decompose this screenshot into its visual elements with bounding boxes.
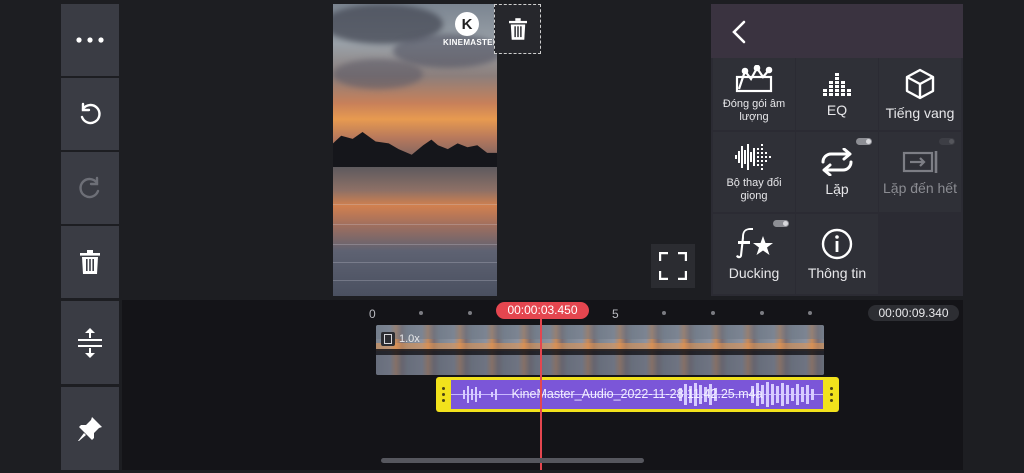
playhead[interactable] xyxy=(540,316,542,470)
volume-envelope-icon xyxy=(735,64,773,92)
ruler-label-0: 0 xyxy=(369,307,376,321)
ducking-icon xyxy=(736,228,773,259)
reverb-option[interactable]: Tiếng vang xyxy=(879,58,961,130)
ducking-toggle[interactable] xyxy=(773,220,789,227)
audio-trim-handle-left[interactable] xyxy=(436,377,451,412)
remove-watermark-button[interactable] xyxy=(494,4,541,54)
loop-option[interactable]: Lặp xyxy=(796,132,878,212)
film-icon xyxy=(381,332,395,346)
chevron-left-icon xyxy=(732,20,746,44)
voice-waveform-icon xyxy=(735,143,771,170)
ruler-label-5: 5 xyxy=(612,307,619,321)
track-height-button[interactable] xyxy=(61,301,119,384)
loop-icon xyxy=(821,148,853,176)
ducking-option[interactable]: Ducking xyxy=(713,214,795,294)
ruler-tick xyxy=(468,311,472,315)
trash-icon xyxy=(80,250,100,274)
more-horizontal-icon xyxy=(76,37,104,43)
eq-label: EQ xyxy=(826,102,848,118)
video-preview[interactable]: K KINEMASTER xyxy=(333,4,497,296)
extend-to-end-label: Lặp đến hết xyxy=(883,180,957,196)
info-icon xyxy=(821,228,853,260)
ruler-tick xyxy=(808,311,812,315)
voice-changer-label: Bộ thay đổi giọng xyxy=(726,176,782,202)
back-button[interactable] xyxy=(727,18,751,46)
kinemaster-logo-icon: K xyxy=(455,12,479,36)
expand-vertical-icon xyxy=(78,327,102,358)
extend-to-end-toggle[interactable] xyxy=(939,138,955,145)
fullscreen-button[interactable] xyxy=(651,244,695,288)
redo-button[interactable] xyxy=(61,152,119,224)
loop-toggle[interactable] xyxy=(856,138,872,145)
voice-changer-option[interactable]: Bộ thay đổi giọng xyxy=(713,132,795,212)
ruler-tick xyxy=(760,311,764,315)
more-options-button[interactable] xyxy=(61,4,119,76)
video-clip[interactable] xyxy=(376,325,824,375)
eq-option[interactable]: EQ xyxy=(796,58,878,130)
clip-speed: 1.0x xyxy=(381,332,420,346)
audio-trim-handle-right[interactable] xyxy=(824,377,839,412)
ruler-tick xyxy=(662,311,666,315)
info-option[interactable]: Thông tin xyxy=(796,214,878,294)
undo-icon xyxy=(80,102,101,125)
delete-button[interactable] xyxy=(61,226,119,298)
total-duration-badge: 00:00:09.340 xyxy=(868,305,959,321)
timeline-scrollbar[interactable] xyxy=(381,458,644,463)
pin-icon xyxy=(78,416,102,441)
ducking-label: Ducking xyxy=(728,265,780,281)
pin-button[interactable] xyxy=(61,387,119,470)
clip-speed-label: 1.0x xyxy=(399,333,420,345)
fullscreen-icon xyxy=(659,252,687,280)
volume-envelope-option[interactable]: Đóng gói âm lượng xyxy=(713,58,795,130)
ruler-tick xyxy=(419,311,423,315)
info-label: Thông tin xyxy=(807,265,867,281)
trash-icon xyxy=(508,18,527,40)
audio-clip-name: KineMaster_Audio_2022-11-28 11.42.25.m4a xyxy=(511,387,763,401)
redo-icon xyxy=(79,176,100,199)
reverb-label: Tiếng vang xyxy=(885,105,955,121)
loop-label: Lặp xyxy=(825,181,849,197)
extend-to-end-icon xyxy=(902,151,938,173)
current-time-badge: 00:00:03.450 xyxy=(496,302,589,319)
ruler-tick xyxy=(711,311,715,315)
preview-water xyxy=(333,167,497,296)
volume-envelope-label: Đóng gói âm lượng xyxy=(722,97,786,123)
undo-button[interactable] xyxy=(61,78,119,150)
equalizer-icon xyxy=(823,73,851,96)
extend-to-end-option[interactable]: Lặp đến hết xyxy=(879,132,961,212)
cube-icon xyxy=(905,68,935,100)
watermark-text: KINEMASTER xyxy=(443,38,497,47)
